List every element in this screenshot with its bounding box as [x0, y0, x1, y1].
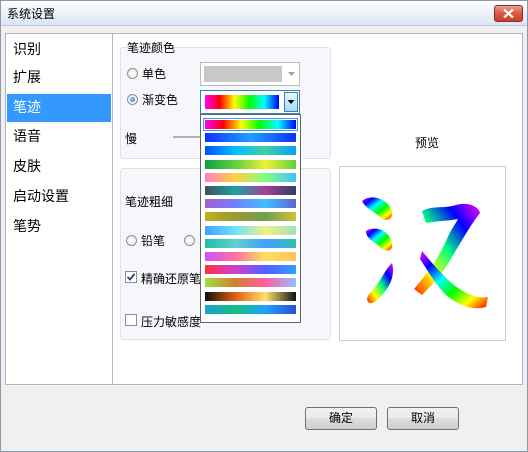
sidebar-item-label: 扩展 [13, 70, 41, 86]
gradient-option[interactable] [205, 133, 296, 143]
gradient-option[interactable] [205, 252, 296, 261]
sidebar-item-recognition[interactable]: 识别 [7, 36, 111, 64]
gradient-option[interactable] [205, 159, 296, 169]
pencil-radio[interactable] [126, 235, 137, 246]
gradient-option[interactable] [205, 172, 296, 182]
precise-restore-checkbox[interactable] [125, 271, 137, 283]
cancel-button[interactable]: 取消 [387, 407, 459, 430]
gradient-option[interactable] [205, 291, 296, 301]
sidebar-item-label: 笔迹 [13, 100, 41, 116]
sidebar-item-label: 笔势 [13, 219, 41, 235]
title-bar[interactable]: 系统设置 [1, 1, 527, 26]
gradient-option[interactable] [205, 265, 296, 275]
sidebar-item-startup[interactable]: 启动设置 [7, 183, 111, 211]
sidebar-item-skin[interactable]: 皮肤 [7, 153, 111, 181]
gradient-option[interactable] [205, 238, 296, 248]
chevron-down-icon [288, 72, 295, 76]
sidebar-item-label: 识别 [13, 42, 41, 58]
gradient-option[interactable] [205, 304, 296, 314]
gradient-dropdown-button[interactable] [284, 92, 298, 112]
precise-restore-label[interactable]: 精确还原笔 [141, 270, 201, 287]
sidebar-item-gesture[interactable]: 笔势 [7, 213, 111, 241]
gradient-option[interactable] [205, 186, 296, 195]
gradient-option[interactable] [205, 212, 296, 222]
gradient-option[interactable] [205, 199, 296, 209]
gradient-options-list[interactable] [200, 114, 301, 323]
speed-slider-track[interactable] [173, 136, 201, 138]
gradient-color-label[interactable]: 渐变色 [142, 91, 178, 108]
single-color-picker[interactable] [200, 62, 300, 86]
pen-color-group-label: 笔迹颜色 [127, 41, 176, 55]
sidebar-item-label: 语音 [13, 129, 41, 145]
gradient-option[interactable] [205, 278, 296, 288]
ok-button[interactable]: 确定 [305, 407, 377, 430]
sidebar-item-voice[interactable]: 语音 [7, 123, 111, 151]
sidebar-item-label: 启动设置 [13, 189, 69, 205]
sidebar-item-label: 皮肤 [13, 159, 41, 175]
gradient-color-combobox[interactable] [200, 90, 300, 114]
window-title: 系统设置 [7, 7, 56, 21]
sidebar-item-handwriting[interactable]: 笔迹 [7, 94, 111, 122]
pen-type-radio-2[interactable] [184, 235, 195, 246]
close-x-icon [503, 9, 514, 18]
gradient-option[interactable] [205, 225, 296, 235]
selected-gradient-swatch [205, 95, 279, 109]
pen-size-group-label: 笔迹粗细 [125, 195, 174, 209]
sidebar-item-extension[interactable]: 扩展 [7, 64, 111, 92]
pencil-label[interactable]: 铅笔 [141, 232, 165, 249]
close-button[interactable] [494, 5, 523, 22]
single-color-radio[interactable] [127, 68, 138, 79]
single-color-swatch [204, 66, 282, 82]
speed-slow-label: 慢 [125, 132, 138, 146]
checkmark-icon [126, 273, 136, 281]
single-color-label[interactable]: 单色 [142, 65, 166, 82]
settings-category-list: 识别 扩展 笔迹 语音 皮肤 启动设置 笔势 [5, 33, 113, 385]
gradient-color-radio[interactable] [127, 94, 138, 105]
gradient-option[interactable] [205, 146, 296, 156]
gradient-option[interactable] [203, 118, 298, 131]
preview-label: 预览 [415, 136, 440, 150]
chevron-down-icon [287, 100, 295, 104]
handwriting-preview [339, 166, 506, 341]
preview-gradient-character [362, 197, 488, 309]
pressure-sensitivity-label[interactable]: 压力敏感度 [141, 313, 201, 330]
pressure-sensitivity-checkbox[interactable] [125, 314, 137, 326]
